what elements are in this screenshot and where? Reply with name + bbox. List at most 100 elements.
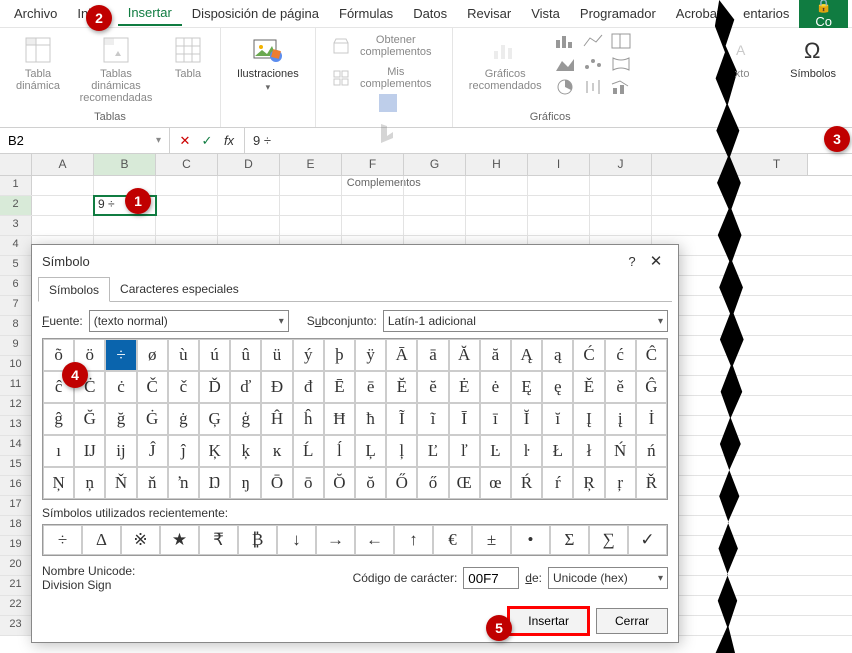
symbol-cell[interactable]: ē <box>355 371 386 403</box>
tabla-button[interactable]: Tabla <box>168 32 208 82</box>
code-input[interactable] <box>463 567 519 589</box>
row-header[interactable]: 2 <box>0 196 32 215</box>
cell[interactable] <box>528 176 590 195</box>
chevron-down-icon[interactable]: ▾ <box>156 135 161 146</box>
symbol-cell[interactable]: Ĥ <box>261 403 292 435</box>
symbol-cell[interactable]: ď <box>230 371 261 403</box>
cell[interactable] <box>466 176 528 195</box>
col-header[interactable]: C <box>156 154 218 175</box>
cell[interactable] <box>218 176 280 195</box>
symbol-cell[interactable]: Ŕ <box>511 467 542 499</box>
close-icon[interactable]: ✕ <box>644 252 668 270</box>
col-header[interactable]: B <box>94 154 156 175</box>
symbol-cell[interactable]: ĥ <box>293 403 324 435</box>
close-button[interactable]: Cerrar <box>596 608 668 634</box>
recent-symbol-cell[interactable]: ₹ <box>199 525 238 555</box>
cell[interactable] <box>156 216 218 235</box>
row-header[interactable]: 12 <box>0 396 32 415</box>
recent-symbol-cell[interactable]: Σ <box>550 525 589 555</box>
select-all-corner[interactable] <box>0 154 32 175</box>
symbol-cell[interactable]: ĝ <box>43 403 74 435</box>
recent-symbol-cell[interactable]: → <box>316 525 355 555</box>
cell[interactable] <box>404 196 466 215</box>
symbol-cell[interactable]: Ĭ <box>511 403 542 435</box>
row-header[interactable]: 13 <box>0 416 32 435</box>
menu-programador[interactable]: Programador <box>570 2 666 25</box>
symbol-cell[interactable]: ù <box>168 339 199 371</box>
symbol-cell[interactable]: Đ <box>261 371 292 403</box>
recent-symbol-cell[interactable]: ✓ <box>628 525 667 555</box>
row-header[interactable]: 23 <box>0 616 32 635</box>
fx-icon[interactable]: fx <box>220 133 238 148</box>
chart-hier-icon[interactable] <box>610 32 636 53</box>
fuente-select[interactable]: (texto normal)▾ <box>89 310 289 332</box>
chart-combo-icon[interactable] <box>610 78 636 99</box>
recent-symbol-cell[interactable]: ← <box>355 525 394 555</box>
recent-symbol-cell[interactable]: ★ <box>160 525 199 555</box>
texto-button-partial[interactable]: A xto <box>722 32 762 82</box>
symbol-cell[interactable]: ĕ <box>417 371 448 403</box>
name-box-input[interactable] <box>8 133 68 148</box>
symbol-cell[interactable]: ġ <box>168 403 199 435</box>
chart-stock-icon[interactable] <box>582 78 608 99</box>
symbol-cell[interactable]: Ė <box>449 371 480 403</box>
ilustraciones-button[interactable]: Ilustraciones ▾ <box>233 32 303 95</box>
symbol-cell[interactable]: ī <box>480 403 511 435</box>
symbol-cell[interactable]: Ľ <box>417 435 448 467</box>
cell[interactable] <box>404 176 466 195</box>
symbol-cell[interactable]: ě <box>605 371 636 403</box>
symbol-cell[interactable]: Ĩ <box>386 403 417 435</box>
row-header[interactable]: 18 <box>0 516 32 535</box>
cancel-icon[interactable]: ✕ <box>176 133 194 149</box>
row-header[interactable]: 3 <box>0 216 32 235</box>
cell[interactable] <box>156 196 218 215</box>
symbol-cell[interactable]: Ā <box>386 339 417 371</box>
chart-scatter-icon[interactable] <box>582 55 608 76</box>
menu-vista[interactable]: Vista <box>521 2 570 25</box>
symbol-cell[interactable]: Œ <box>449 467 480 499</box>
recent-symbol-cell[interactable]: ↓ <box>277 525 316 555</box>
symbol-cell[interactable]: ō <box>293 467 324 499</box>
tab-simbolos[interactable]: Símbolos <box>38 277 110 302</box>
symbol-cell[interactable]: ÷ <box>105 339 136 371</box>
obtener-complementos-button[interactable]: Obtener complementos <box>328 32 440 60</box>
symbol-cell[interactable]: ŕ <box>542 467 573 499</box>
insert-button[interactable]: Insertar <box>509 608 588 634</box>
symbol-cell[interactable]: ĩ <box>417 403 448 435</box>
cell[interactable] <box>94 216 156 235</box>
symbol-cell[interactable]: Ĝ <box>636 371 667 403</box>
symbol-cell[interactable]: ĳ <box>105 435 136 467</box>
menu-comentarios-partial[interactable]: entarios <box>733 2 799 25</box>
recent-symbol-cell[interactable]: Δ <box>82 525 121 555</box>
col-header[interactable]: A <box>32 154 94 175</box>
menu-archivo[interactable]: Archivo <box>4 2 67 25</box>
symbol-cell[interactable]: ğ <box>105 403 136 435</box>
symbol-cell[interactable]: ŗ <box>605 467 636 499</box>
menu-revisar[interactable]: Revisar <box>457 2 521 25</box>
symbol-cell[interactable]: ā <box>417 339 448 371</box>
symbol-cell[interactable]: Ő <box>386 467 417 499</box>
cell[interactable] <box>590 216 652 235</box>
symbol-cell[interactable]: ķ <box>230 435 261 467</box>
symbol-cell[interactable]: Ŀ <box>480 435 511 467</box>
row-header[interactable]: 9 <box>0 336 32 355</box>
symbol-cell[interactable]: Ŗ <box>573 467 604 499</box>
row-header[interactable]: 20 <box>0 556 32 575</box>
col-header[interactable]: F <box>342 154 404 175</box>
cell[interactable] <box>590 176 652 195</box>
symbol-cell[interactable]: Ć <box>573 339 604 371</box>
row-header[interactable]: 19 <box>0 536 32 555</box>
row-header[interactable]: 8 <box>0 316 32 335</box>
mis-complementos-button[interactable]: Mis complementos <box>328 64 440 92</box>
symbol-cell[interactable]: ĵ <box>168 435 199 467</box>
symbol-cell[interactable]: Ĉ <box>636 339 667 371</box>
menu-datos[interactable]: Datos <box>403 2 457 25</box>
recent-symbol-cell[interactable]: ÷ <box>43 525 82 555</box>
cell[interactable] <box>218 216 280 235</box>
symbol-cell[interactable]: Ķ <box>199 435 230 467</box>
symbol-cell[interactable]: Ģ <box>199 403 230 435</box>
symbol-cell[interactable]: Ī <box>449 403 480 435</box>
symbol-cell[interactable]: Ĵ <box>137 435 168 467</box>
col-header[interactable]: J <box>590 154 652 175</box>
recent-symbol-cell[interactable]: • <box>511 525 550 555</box>
